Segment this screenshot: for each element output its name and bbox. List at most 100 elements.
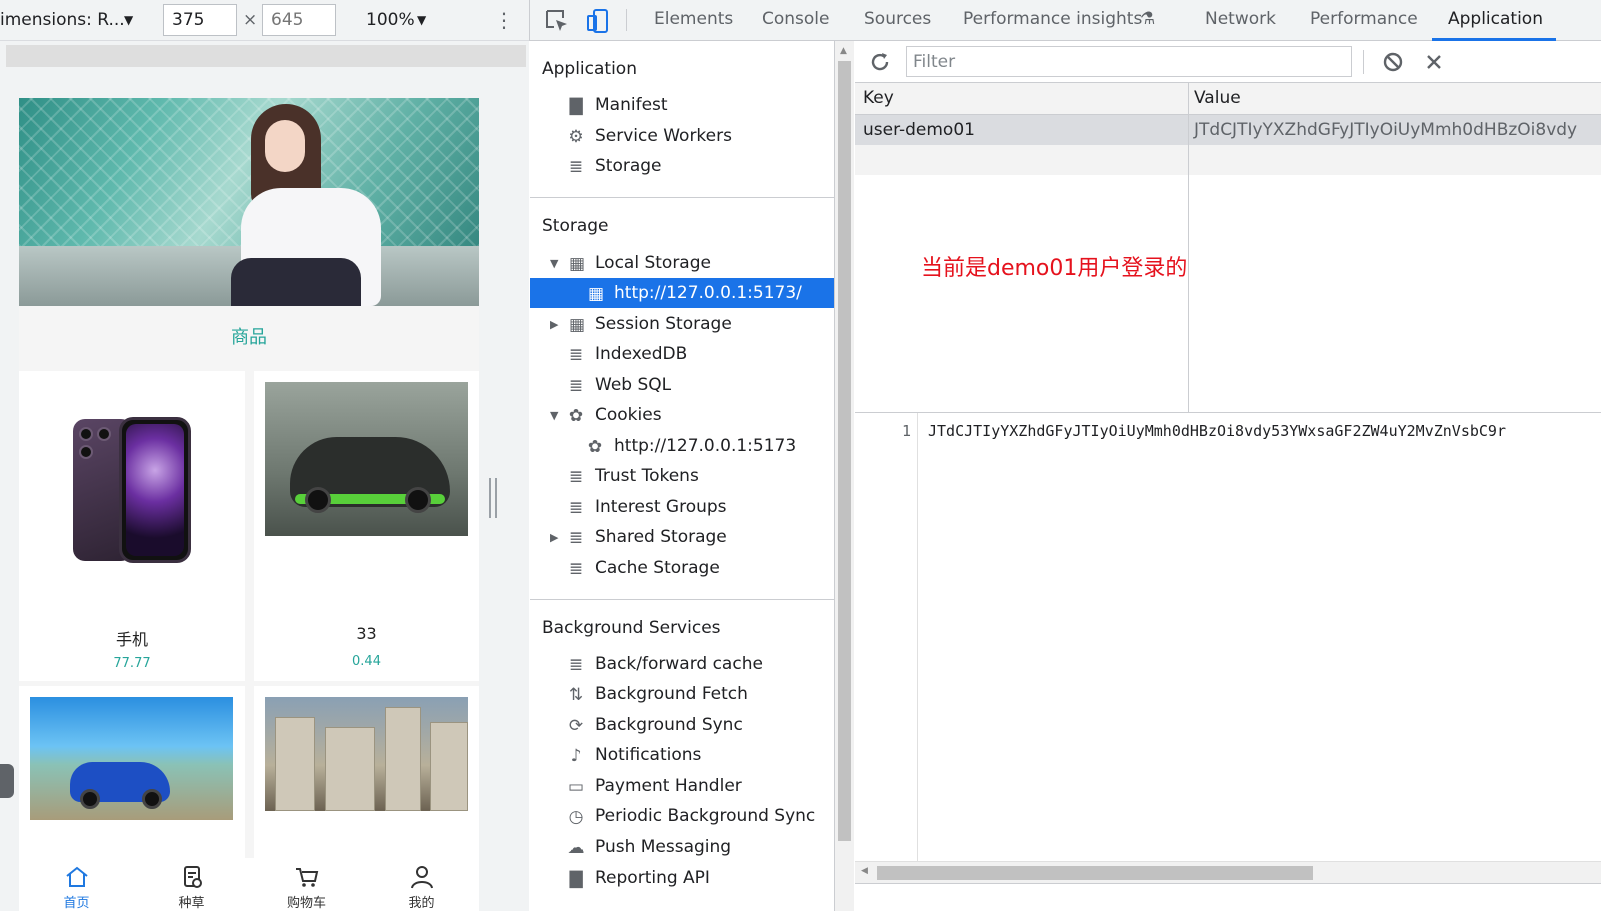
sidebar-item-label: Back/forward cache	[595, 654, 763, 674]
filter-input[interactable]	[906, 46, 1352, 77]
product-card-phone[interactable]: 手机 77.77	[19, 371, 245, 681]
product-card-convertible[interactable]	[19, 686, 245, 858]
sidebar-item-label: Shared Storage	[595, 527, 727, 547]
sidebar-item-label: Background Fetch	[595, 684, 748, 704]
product-name: 33	[356, 624, 377, 643]
tab-home[interactable]: 首页	[19, 858, 134, 911]
user-icon	[410, 866, 433, 889]
sidebar-item-web-sql[interactable]: ≣ Web SQL	[530, 370, 834, 400]
product-card-building[interactable]	[254, 686, 479, 858]
sidebar-item-cookies[interactable]: ▼ ✿ Cookies	[530, 400, 834, 430]
column-divider[interactable]	[1188, 83, 1189, 412]
product-card-car[interactable]: 33 0.44	[254, 371, 479, 681]
sidebar-item-background-sync[interactable]: ⟳ Background Sync	[530, 710, 834, 740]
scroll-left-arrow-icon[interactable]: ◀	[861, 866, 868, 876]
left-edge-handle[interactable]	[0, 764, 14, 798]
database-icon: ≣	[568, 498, 584, 518]
height-input[interactable]	[262, 4, 336, 36]
sidebar-item-payment-handler[interactable]: ▭ Payment Handler	[530, 771, 834, 801]
product-image-building	[265, 697, 468, 811]
product-name: 手机	[115, 630, 148, 649]
collapsed-triangle-icon[interactable]: ▶	[550, 531, 558, 544]
table-header: Key Value	[855, 83, 1601, 115]
product-price: 0.44	[352, 654, 381, 669]
tab-elements[interactable]: Elements	[654, 9, 733, 29]
sidebar-heading-storage: Storage	[542, 216, 609, 236]
value-text[interactable]: JTdCJTIyYXZhdGFyJTIyOiUyMmh0dHBzOi8vdy53…	[928, 422, 1506, 440]
tab-notes[interactable]: 种草	[134, 858, 249, 911]
tab-network[interactable]: Network	[1205, 9, 1276, 29]
collapsed-triangle-icon[interactable]: ▶	[550, 318, 558, 331]
sidebar-item-manifest[interactable]: ▇ Manifest	[530, 90, 834, 120]
table-icon: ▦	[568, 315, 586, 335]
expanded-triangle-icon[interactable]: ▼	[550, 409, 558, 422]
scroll-up-arrow-icon[interactable]: ▲	[840, 46, 847, 56]
tab-performance-insights[interactable]: Performance insights	[963, 9, 1142, 29]
database-icon: ≣	[568, 467, 584, 487]
sidebar-item-label: Background Sync	[595, 715, 743, 735]
sidebar-item-session-storage[interactable]: ▶ ▦ Session Storage	[530, 309, 834, 339]
dimensions-dropdown[interactable]: imensions: R...	[0, 10, 125, 30]
sidebar-item-periodic-background-sync[interactable]: ◷ Periodic Background Sync	[530, 801, 834, 831]
column-header-value[interactable]: Value	[1194, 88, 1241, 108]
sidebar-scrollbar[interactable]: ▲	[835, 41, 854, 911]
sidebar-item-label: Push Messaging	[595, 837, 732, 857]
table-row[interactable]: user-demo01 JTdCJTIyYXZhdGFyJTIyOiUyMmh0…	[855, 115, 1601, 145]
horizontal-scrollbar[interactable]: ◀	[855, 861, 1601, 883]
sidebar-item-local-storage-origin[interactable]: ▦ http://127.0.0.1:5173/	[530, 278, 834, 308]
zoom-caret-icon[interactable]: ▼	[417, 13, 426, 27]
tab-cart[interactable]: 购物车	[249, 858, 364, 911]
expanded-triangle-icon[interactable]: ▼	[550, 257, 558, 270]
application-sidebar: Application ▇ Manifest ⚙ Service Workers…	[530, 41, 835, 911]
database-icon: ≣	[568, 345, 584, 365]
sidebar-item-shared-storage[interactable]: ▶ ≣ Shared Storage	[530, 522, 834, 552]
bell-icon: ♪	[570, 746, 582, 766]
more-vert-icon[interactable]: ⋮	[494, 6, 514, 34]
tab-application[interactable]: Application	[1448, 9, 1543, 29]
device-toggle-icon[interactable]	[585, 8, 611, 34]
line-gutter: 1	[855, 413, 918, 861]
sidebar-item-storage[interactable]: ≣ Storage	[530, 151, 834, 181]
sidebar-heading-background-services: Background Services	[542, 618, 721, 638]
refresh-icon[interactable]	[868, 50, 892, 74]
delete-selected-icon[interactable]	[1422, 50, 1446, 74]
sidebar-item-indexeddb[interactable]: ≣ IndexedDB	[530, 339, 834, 369]
tab-profile[interactable]: 我的	[364, 858, 479, 911]
sidebar-item-local-storage[interactable]: ▼ ▦ Local Storage	[530, 248, 834, 278]
inspect-element-icon[interactable]	[544, 8, 570, 34]
tab-sources[interactable]: Sources	[864, 9, 931, 29]
clock-icon: ◷	[568, 807, 584, 827]
clear-all-icon[interactable]	[1381, 50, 1405, 74]
gear-icon: ⚙	[568, 127, 584, 147]
sidebar-item-label: Session Storage	[595, 314, 732, 334]
sidebar-item-interest-groups[interactable]: ≣ Interest Groups	[530, 492, 834, 522]
sidebar-item-service-workers[interactable]: ⚙ Service Workers	[530, 121, 834, 151]
tab-console[interactable]: Console	[762, 9, 830, 29]
line-number: 1	[901, 422, 911, 440]
sidebar-scrollbar-thumb[interactable]	[838, 61, 851, 841]
toolbar-divider	[1363, 50, 1364, 74]
sidebar-item-push-messaging[interactable]: ☁ Push Messaging	[530, 832, 834, 862]
bottom-tab-bar: 首页 种草 购物车 我的	[19, 858, 479, 911]
viewport-resize-handle[interactable]	[489, 478, 497, 518]
sidebar-item-cookies-origin[interactable]: ✿ http://127.0.0.1:5173	[530, 431, 834, 461]
tab-performance[interactable]: Performance	[1310, 9, 1418, 29]
banner-image[interactable]	[19, 98, 479, 306]
sidebar-item-background-fetch[interactable]: ⇅ Background Fetch	[530, 679, 834, 709]
dimensions-caret-icon[interactable]: ▼	[124, 13, 133, 27]
row-value: JTdCJTIyYXZhdGFyJTIyOiUyMmh0dHBzOi8vdy	[1194, 120, 1578, 140]
sidebar-item-trust-tokens[interactable]: ≣ Trust Tokens	[530, 461, 834, 491]
sidebar-item-label: IndexedDB	[595, 344, 688, 364]
times-icon: ×	[243, 10, 258, 30]
sidebar-item-cache-storage[interactable]: ≣ Cache Storage	[530, 553, 834, 583]
zoom-dropdown[interactable]: 100%	[366, 10, 415, 30]
horizontal-scrollbar-thumb[interactable]	[877, 866, 1313, 880]
product-image-convertible	[30, 697, 233, 820]
column-header-key[interactable]: Key	[863, 88, 894, 108]
sidebar-item-notifications[interactable]: ♪ Notifications	[530, 740, 834, 770]
database-icon: ≣	[568, 528, 584, 548]
sidebar-item-reporting-api[interactable]: ▇ Reporting API	[530, 863, 834, 893]
width-input[interactable]	[163, 4, 237, 36]
sidebar-item-bfcache[interactable]: ≣ Back/forward cache	[530, 649, 834, 679]
database-icon: ≣	[568, 157, 584, 177]
